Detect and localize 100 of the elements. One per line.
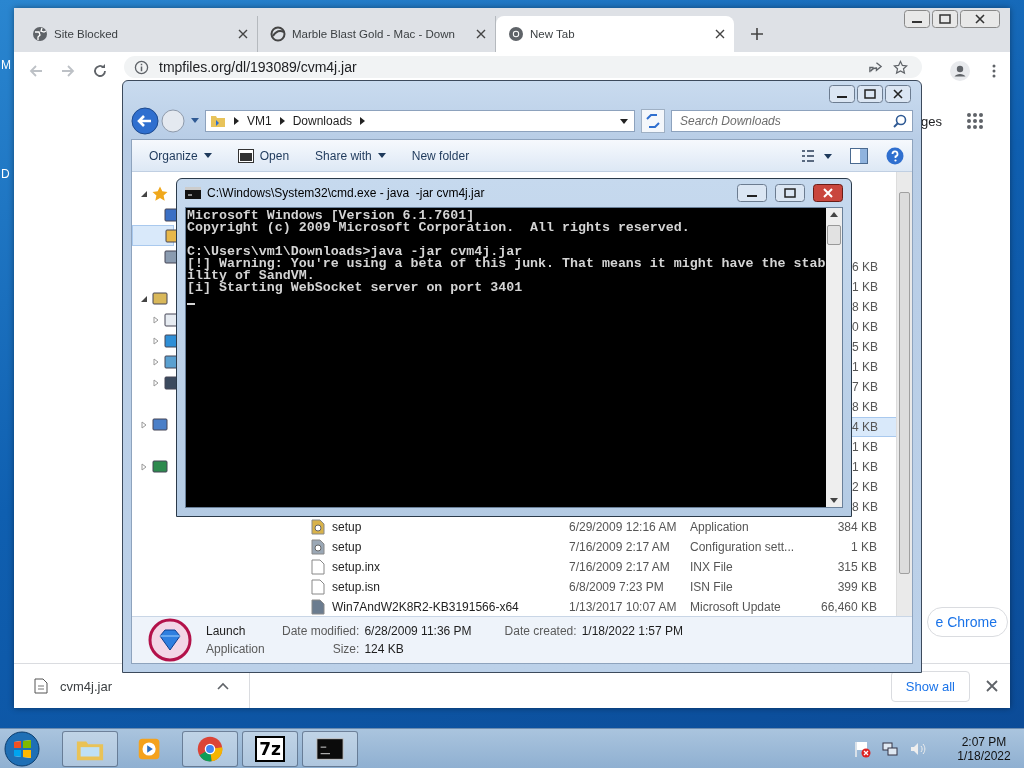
breadcrumb-item[interactable]: VM1 <box>247 114 272 128</box>
help-icon[interactable] <box>886 146 904 165</box>
file-row[interactable]: 4 KB <box>852 417 896 437</box>
file-row[interactable]: 0 KB <box>852 317 896 337</box>
file-row[interactable]: 8 KB <box>852 297 896 317</box>
file-row[interactable]: 6 KB <box>852 257 896 277</box>
date-cell-text: 6/29/2009 12:16 AM <box>569 520 678 534</box>
file-row[interactable]: 7 KB <box>852 377 896 397</box>
file-row[interactable]: setup 7/16/2009 2:17 AM Configuration sett... 1 KB <box>292 537 896 557</box>
desktop-icon-label: D <box>1 167 10 181</box>
start-button[interactable] <box>4 730 40 767</box>
command-button[interactable]: Open <box>226 144 301 167</box>
search-field[interactable]: Search Downloads <box>671 110 913 132</box>
file-row[interactable]: setup.inx 7/16/2009 2:17 AM INX File 315 KB <box>292 557 896 577</box>
date-cell-text: 7/16/2009 2:17 AM <box>569 540 671 554</box>
reload-icon[interactable] <box>92 63 108 79</box>
command-button[interactable]: Share with <box>304 144 397 167</box>
console-line: Microsoft Windows [Version 6.1.7601] <box>187 210 475 222</box>
preview-pane-icon[interactable] <box>850 147 868 164</box>
show-all-button[interactable]: Show all <box>890 670 970 702</box>
minimize-icon[interactable] <box>904 10 930 28</box>
breadcrumb-arrow-icon[interactable] <box>360 117 366 125</box>
browser-tab[interactable]: New Tab <box>496 16 734 52</box>
apps-grid-icon[interactable] <box>966 112 984 130</box>
refresh-icon[interactable] <box>641 109 665 133</box>
taskbar-button[interactable] <box>302 730 358 767</box>
gem-icon <box>148 618 192 662</box>
console-line: C:\Users\vm1\Downloads>java -jar cvm4j.jar <box>187 246 523 258</box>
images-link[interactable]: ges <box>921 113 942 129</box>
size-cell: 66,460 KB <box>820 600 877 614</box>
file-row[interactable]: 5 KB <box>852 337 896 357</box>
star-icon <box>152 185 168 202</box>
search-icon <box>893 114 907 128</box>
file-row[interactable]: 1 KB <box>852 457 896 477</box>
size-cell-text: 315 KB <box>836 560 877 574</box>
address-bar[interactable]: tmpfiles.org/dl/193089/cvm4j.jar <box>124 56 922 78</box>
caret-icon <box>203 153 212 158</box>
file-row[interactable]: 1 KB <box>852 277 896 297</box>
clock-date[interactable]: 1/18/2022 <box>957 748 1011 763</box>
file-row[interactable]: setup 6/29/2009 12:16 AM Application 384 KB <box>292 517 896 537</box>
close-icon[interactable] <box>715 29 725 39</box>
scroll-thumb[interactable] <box>827 225 841 245</box>
new-tab-icon[interactable] <box>750 27 764 41</box>
type-cell-text: Microsoft Update <box>690 600 782 614</box>
scroll-down-icon[interactable] <box>830 498 838 503</box>
close-icon[interactable] <box>476 29 486 39</box>
info-icon <box>134 59 149 75</box>
scrollbar[interactable] <box>896 172 912 616</box>
detail-label: Date created: <box>504 624 577 638</box>
file-row[interactable]: 1 KB <box>852 357 896 377</box>
close-icon[interactable] <box>960 10 1000 28</box>
close-icon[interactable] <box>986 680 998 692</box>
open-icon <box>237 148 254 163</box>
maximize-icon[interactable] <box>932 10 958 28</box>
file-icon <box>310 539 326 555</box>
console-line: Copyright (c) 2009 Microsoft Corporation. All rights reserved. <box>187 222 691 234</box>
expand-arrow-icon[interactable] <box>140 294 148 303</box>
clock-time[interactable]: 2:07 PM <box>961 734 1007 749</box>
view-options-icon[interactable] <box>802 148 832 163</box>
address-bar[interactable]: VM1 Downloads <box>205 110 635 132</box>
minimize-icon[interactable] <box>829 84 855 103</box>
close-icon[interactable] <box>238 29 248 39</box>
file-row[interactable]: 2 KB <box>852 477 896 497</box>
maximize-icon[interactable] <box>775 184 805 202</box>
close-icon[interactable] <box>813 184 843 202</box>
size-cell-text: 384 KB <box>836 520 877 534</box>
chevron-up-icon[interactable] <box>217 682 229 690</box>
file-icon <box>310 579 326 595</box>
star-icon[interactable] <box>893 59 908 75</box>
dropdown-icon[interactable] <box>620 118 628 124</box>
customize-chrome-button[interactable]: e Chrome <box>926 607 1008 637</box>
scrollbar[interactable] <box>826 208 842 507</box>
maximize-icon[interactable] <box>857 84 883 103</box>
download-file-name[interactable]: cvm4j.jar <box>60 678 112 694</box>
file-row[interactable]: setup.isn 6/8/2009 7:23 PM ISN File 399 KB <box>292 577 896 597</box>
breadcrumb-arrow-icon[interactable] <box>279 117 285 125</box>
file-name: setup <box>332 540 362 554</box>
file-name: Win7AndW2K8R2-KB3191566-x64 <box>332 600 519 614</box>
console-line: [i] Starting WebSocket server on port 3401 <box>187 282 524 294</box>
browser-tab[interactable]: Site Blocked <box>20 16 258 52</box>
date-cell-text: 1/13/2017 10:07 AM <box>569 600 678 614</box>
file-row[interactable]: 1 KB <box>852 437 896 457</box>
network-icon[interactable] <box>881 739 899 758</box>
command-button[interactable]: New folder <box>400 144 481 167</box>
taskbar-button[interactable]: 7z <box>242 730 298 767</box>
file-row[interactable]: Win7AndW2K8R2-KB3191566-x64 1/13/2017 10:07 AM Microsoft Update 66,460 KB <box>292 597 896 616</box>
back-icon[interactable] <box>131 107 159 135</box>
flag-warning-icon[interactable] <box>853 739 871 758</box>
file-row[interactable]: 8 KB <box>852 397 896 417</box>
command-button[interactable]: Organize <box>138 144 223 167</box>
file-row[interactable]: 8 KB <box>852 497 896 517</box>
close-icon[interactable] <box>885 84 911 103</box>
breadcrumb-item[interactable]: Downloads <box>292 114 353 128</box>
profile-icon[interactable] <box>950 61 970 81</box>
chrome-icon <box>195 734 225 763</box>
minimize-icon[interactable] <box>737 184 767 202</box>
detail-value: 6/28/2009 11:36 PM <box>364 624 473 638</box>
detail-label: Date modified: <box>282 624 360 638</box>
scroll-up-icon[interactable] <box>830 212 838 217</box>
expand-arrow-icon[interactable] <box>140 189 148 198</box>
